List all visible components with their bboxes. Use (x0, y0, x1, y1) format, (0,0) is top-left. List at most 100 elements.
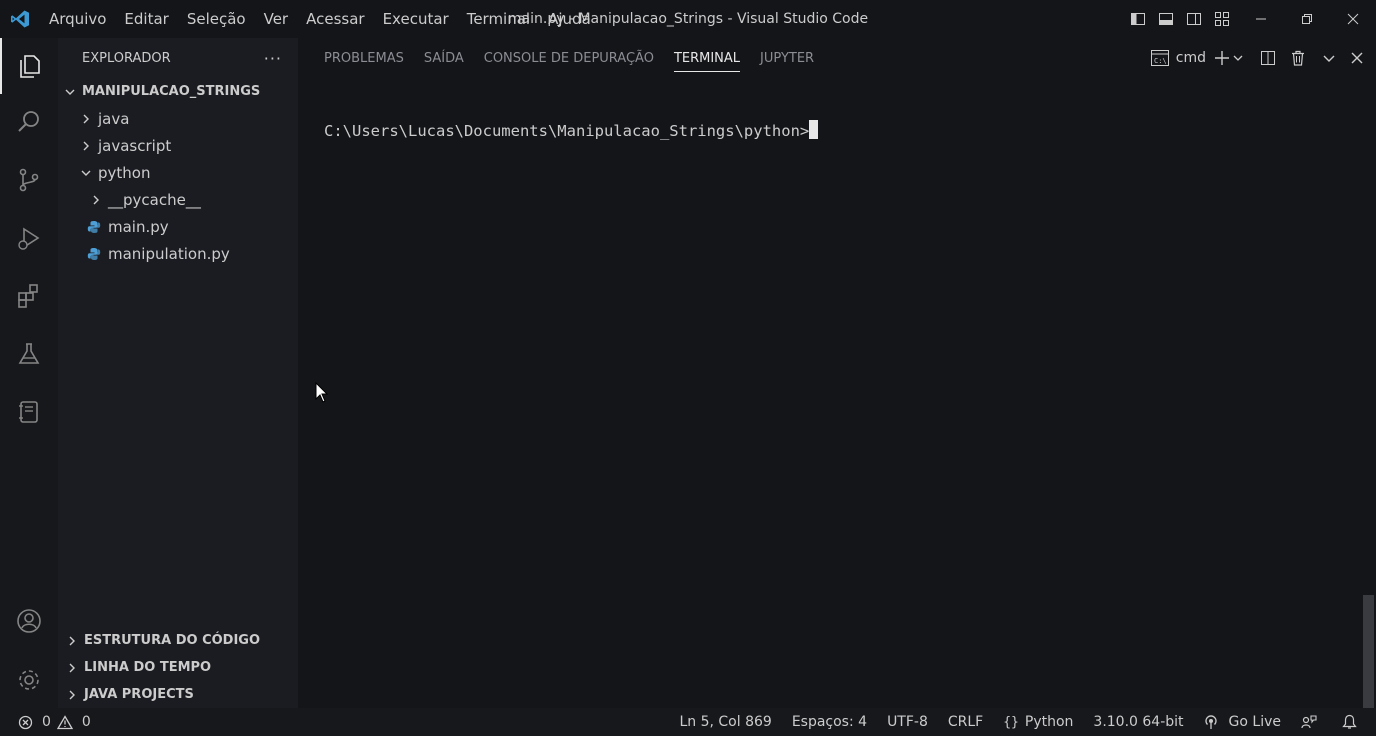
explorer-icon[interactable] (0, 38, 58, 94)
maximize-panel-chevron-icon[interactable] (1322, 38, 1336, 78)
customize-layout-icon[interactable] (1210, 0, 1234, 38)
mouse-pointer-icon (315, 381, 329, 408)
terminal-panel: PROBLEMAS SAÍDA CONSOLE DE DEPURAÇÃO TER… (298, 38, 1376, 708)
section-timeline[interactable]: LINHA DO TEMPO (58, 654, 298, 681)
warning-count: 0 (81, 714, 91, 730)
terminal-profiles-chevron-icon[interactable] (1232, 38, 1244, 78)
warning-icon (56, 714, 78, 730)
tree-file-manipulation-py[interactable]: manipulation.py (58, 240, 298, 267)
tree-folder-pycache[interactable]: __pycache__ (58, 186, 298, 213)
tab-debug-console[interactable]: CONSOLE DE DEPURAÇÃO (474, 38, 664, 78)
encoding-status[interactable]: UTF-8 (877, 708, 938, 736)
tree-item-label: __pycache__ (108, 190, 201, 209)
braces-icon: {} (1003, 714, 1019, 730)
python-file-icon (86, 246, 102, 262)
python-interpreter-status[interactable]: 3.10.0 64-bit (1083, 708, 1193, 736)
section-java-projects[interactable]: JAVA PROJECTS (58, 681, 298, 708)
chevron-right-icon (64, 660, 80, 676)
chevron-down-icon (62, 84, 78, 100)
workspace-root-folder[interactable]: MANIPULACAO_STRINGS (58, 78, 298, 105)
section-label: LINHA DO TEMPO (84, 660, 212, 675)
trash-icon[interactable] (1290, 38, 1306, 78)
menu-terminal[interactable]: Terminal (458, 0, 539, 38)
tree-file-main-py[interactable]: main.py (58, 213, 298, 240)
extensions-icon[interactable] (0, 268, 58, 324)
sidebar-title: EXPLORADOR (82, 50, 171, 66)
svg-text:C:\: C:\ (1154, 57, 1167, 65)
feedback-icon[interactable] (1291, 708, 1332, 736)
terminal-cursor (809, 120, 819, 139)
chevron-down-icon (78, 165, 94, 181)
split-terminal-icon[interactable] (1260, 38, 1276, 78)
vscode-logo-icon (0, 0, 40, 38)
tree-folder-javascript[interactable]: javascript (58, 132, 298, 159)
broadcast-icon (1204, 714, 1223, 730)
eol-status[interactable]: CRLF (938, 708, 993, 736)
indentation-status[interactable]: Espaços: 4 (782, 708, 877, 736)
notifications-bell-icon[interactable] (1332, 708, 1376, 736)
accounts-icon[interactable] (0, 593, 58, 649)
close-panel-icon[interactable] (1350, 38, 1364, 78)
section-outline[interactable]: ESTRUTURA DO CÓDIGO (58, 627, 298, 654)
restore-icon[interactable] (1284, 0, 1330, 38)
language-mode-status[interactable]: {} Python (993, 708, 1083, 736)
toggle-panel-icon[interactable] (1154, 0, 1178, 38)
language-mode-label: Python (1024, 714, 1074, 730)
tree-item-label: python (98, 163, 151, 182)
jupyter-notebook-icon[interactable] (0, 384, 58, 440)
menu-executar[interactable]: Executar (374, 0, 458, 38)
terminal-scrollbar[interactable] (1363, 595, 1374, 708)
error-icon (18, 715, 38, 730)
workspace-root-label: MANIPULACAO_STRINGS (82, 84, 261, 99)
run-debug-icon[interactable] (0, 210, 58, 266)
tab-jupyter[interactable]: JUPYTER (750, 38, 824, 78)
gear-icon[interactable] (0, 652, 58, 708)
python-file-icon (86, 219, 102, 235)
go-live-status[interactable]: Go Live (1194, 708, 1291, 736)
tree-item-label: java (98, 109, 130, 128)
tab-problems[interactable]: PROBLEMAS (314, 38, 414, 78)
chevron-right-icon (78, 138, 94, 154)
menu-ajuda[interactable]: Ajuda (539, 0, 600, 38)
toggle-primary-sidebar-icon[interactable] (1126, 0, 1150, 38)
menu-editar[interactable]: Editar (115, 0, 177, 38)
tree-item-label: javascript (98, 136, 172, 155)
menu-selecao[interactable]: Seleção (178, 0, 255, 38)
section-label: ESTRUTURA DO CÓDIGO (84, 633, 261, 648)
activity-bar (0, 38, 58, 708)
tree-folder-java[interactable]: java (58, 105, 298, 132)
go-live-label: Go Live (1228, 714, 1281, 730)
tree-item-label: main.py (108, 217, 169, 236)
tree-item-label: manipulation.py (108, 244, 230, 263)
tab-terminal[interactable]: TERMINAL (664, 38, 750, 78)
panel-tabs: PROBLEMAS SAÍDA CONSOLE DE DEPURAÇÃO TER… (298, 38, 824, 78)
terminal-shell-selector[interactable]: C:\ cmd (1150, 38, 1206, 78)
minimize-icon[interactable] (1238, 0, 1284, 38)
source-control-icon[interactable] (0, 152, 58, 208)
section-label: JAVA PROJECTS (84, 687, 194, 702)
search-icon[interactable] (0, 94, 58, 150)
status-bar: 0 0 Ln 5, Col 869 Espaços: 4 UTF-8 CRLF … (0, 708, 1376, 736)
cursor-position-status[interactable]: Ln 5, Col 869 (669, 708, 781, 736)
chevron-right-icon (64, 687, 80, 703)
title-bar: Arquivo Editar Seleção Ver Acessar Execu… (0, 0, 1376, 38)
problems-status[interactable]: 0 0 (18, 708, 101, 736)
menu-acessar[interactable]: Acessar (297, 0, 373, 38)
tree-folder-python[interactable]: python (58, 159, 298, 186)
terminal-shell-icon: C:\ (1150, 49, 1170, 67)
menu-arquivo[interactable]: Arquivo (40, 0, 115, 38)
chevron-right-icon (88, 192, 104, 208)
more-actions-icon[interactable]: ··· (264, 49, 282, 68)
chevron-right-icon (64, 633, 80, 649)
testing-icon[interactable] (0, 326, 58, 382)
chevron-right-icon (78, 111, 94, 127)
error-count: 0 (42, 714, 51, 730)
terminal-output[interactable]: C:\Users\Lucas\Documents\Manipulacao_Str… (324, 120, 819, 140)
close-window-icon[interactable] (1330, 0, 1376, 38)
tab-output[interactable]: SAÍDA (414, 38, 474, 78)
terminal-shell-name: cmd (1175, 50, 1206, 66)
menu-ver[interactable]: Ver (255, 0, 298, 38)
toggle-secondary-sidebar-icon[interactable] (1182, 0, 1206, 38)
menu-bar: Arquivo Editar Seleção Ver Acessar Execu… (40, 0, 600, 38)
new-terminal-icon[interactable] (1214, 38, 1230, 78)
